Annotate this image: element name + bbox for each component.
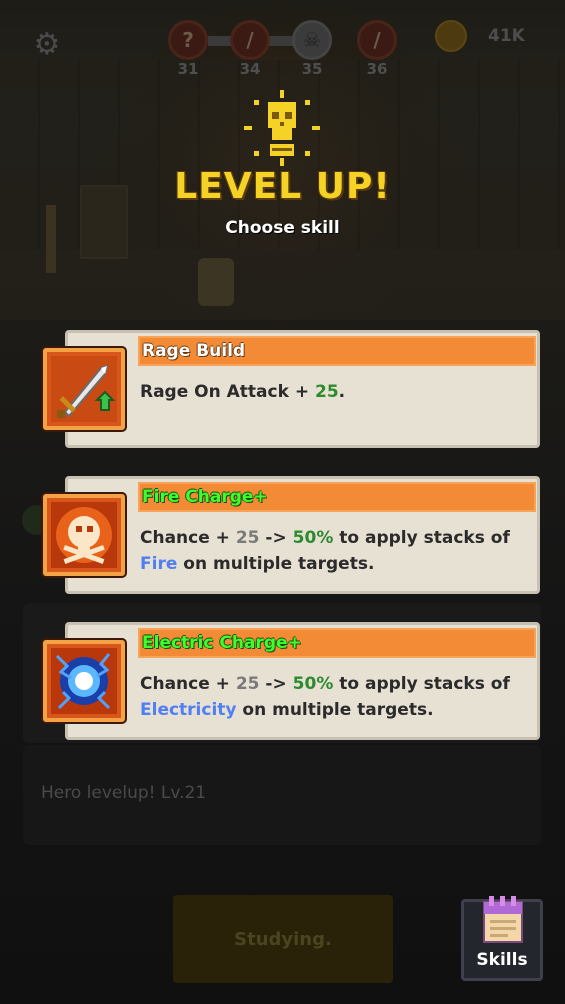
skill-card-header: Fire Charge+ <box>138 482 536 512</box>
stage-number: 31 <box>177 60 199 78</box>
level-up-title: LEVEL UP! <box>174 166 391 207</box>
desc-text: Chance + <box>140 674 236 694</box>
background-torch <box>46 205 56 273</box>
choose-skill-subtitle: Choose skill <box>225 218 340 238</box>
desc-element: Fire <box>140 554 178 574</box>
desc-text: -> <box>259 674 293 694</box>
skill-card-electric-charge[interactable]: Electric Charge+ Chance + 25 -> 50% to a… <box>65 622 540 740</box>
hero-sprite <box>198 258 234 306</box>
background-ground <box>0 250 565 320</box>
gear-icon[interactable]: ⚙ <box>32 30 62 60</box>
sword-upgrade-icon <box>43 348 125 430</box>
desc-text: on multiple targets. <box>236 700 434 720</box>
desc-text: to apply stacks of <box>333 674 510 694</box>
skill-card-header: Rage Build <box>138 336 536 366</box>
log-message: Hero levelup! Lv.21 <box>41 783 207 803</box>
skill-card-rage-build[interactable]: Rage Build Rage On Attack + 25. <box>65 330 540 448</box>
sword-icon: / <box>357 20 397 60</box>
skill-name: Electric Charge+ <box>142 633 302 653</box>
skills-label: Skills <box>476 950 528 970</box>
desc-value-new: 50% <box>292 528 334 548</box>
skills-button[interactable]: Skills <box>461 896 543 981</box>
desc-value-old: 25 <box>235 528 260 548</box>
battle-log-panel: Hero levelup! Lv.21 <box>23 745 541 845</box>
desc-text: Rage On Attack + <box>140 382 315 402</box>
skull-icon: ☠ <box>292 20 332 60</box>
desc-value-new: 50% <box>292 674 334 694</box>
skill-name: Fire Charge+ <box>142 487 268 507</box>
skill-description: Rage On Attack + 25. <box>140 379 530 405</box>
fire-skull-icon <box>43 494 125 576</box>
electric-orb-icon <box>43 640 125 722</box>
stage-number: 34 <box>239 60 261 78</box>
desc-text: to apply stacks of <box>333 528 510 548</box>
stage-number: 36 <box>366 60 388 78</box>
desc-text: . <box>338 382 346 402</box>
desc-value: 25 <box>315 382 339 402</box>
skill-description: Chance + 25 -> 50% to apply stacks of El… <box>140 671 530 723</box>
stage-number: 35 <box>301 60 323 78</box>
gold-amount: 41K <box>488 26 525 46</box>
skill-card-header: Electric Charge+ <box>138 628 536 658</box>
desc-element: Electricity <box>140 700 237 720</box>
skill-book-icon <box>483 896 523 943</box>
coin-icon <box>435 20 467 52</box>
question-icon: ? <box>168 20 208 60</box>
skill-description: Chance + 25 -> 50% to apply stacks of Fi… <box>140 525 530 577</box>
desc-value-old: 25 <box>235 674 260 694</box>
desc-text: on multiple targets. <box>177 554 375 574</box>
desc-text: -> <box>259 528 293 548</box>
skill-card-fire-charge[interactable]: Fire Charge+ Chance + 25 -> 50% to apply… <box>65 476 540 594</box>
trophy-skull-icon <box>244 90 320 166</box>
skill-name: Rage Build <box>142 341 246 361</box>
study-button: Studying. <box>173 895 393 983</box>
sword-icon: / <box>230 20 270 60</box>
top-bar: ⚙ ? 31 / 34 ☠ 35 / 36 41K <box>0 0 565 90</box>
desc-text: Chance + <box>140 528 236 548</box>
study-label: Studying. <box>234 929 332 950</box>
